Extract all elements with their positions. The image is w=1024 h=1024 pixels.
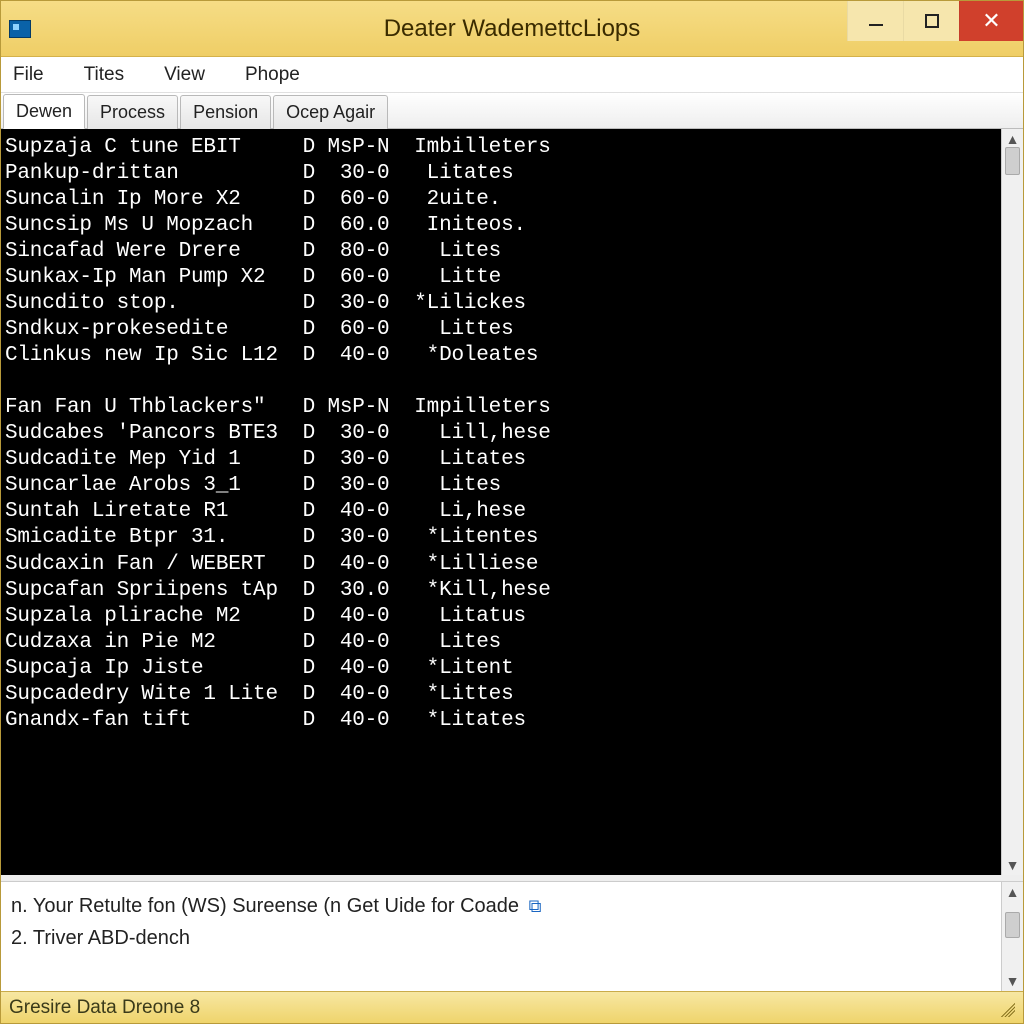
terminal-output[interactable]: Supzaja C tune EBIT D MsP-N Imbilleters …: [1, 129, 1001, 875]
bottom-panel-wrap: n. Your Retulte fon (WS) Sureense (n Get…: [1, 881, 1023, 991]
bottom-scroll-down-icon[interactable]: ▼: [1006, 973, 1020, 989]
content-area: Supzaja C tune EBIT D MsP-N Imbilleters …: [1, 129, 1023, 991]
scroll-track[interactable]: [1002, 147, 1023, 857]
bottom-line-1: n. Your Retulte fon (WS) Sureense (n Get…: [11, 890, 991, 922]
menubar: File Tites View Phope: [1, 57, 1023, 93]
menu-tites[interactable]: Tites: [78, 60, 130, 90]
status-text: Gresire Data Dreone 8: [9, 997, 200, 1019]
external-link-icon[interactable]: ⧉: [529, 896, 542, 916]
close-button[interactable]: ✕: [959, 1, 1023, 41]
bottom-scroll-track[interactable]: [1002, 900, 1023, 973]
app-icon: [9, 20, 31, 38]
tabbar: Dewen Process Pension Ocep Agair: [1, 93, 1023, 129]
maximize-icon: [925, 14, 939, 28]
menu-phope[interactable]: Phope: [239, 60, 306, 90]
statusbar: Gresire Data Dreone 8: [1, 991, 1023, 1023]
bottom-scrollbar[interactable]: ▲ ▼: [1001, 882, 1023, 991]
app-window: Deater WademettcLiops ✕ File Tites View …: [0, 0, 1024, 1024]
minimize-button[interactable]: [847, 1, 903, 41]
terminal-wrap: Supzaja C tune EBIT D MsP-N Imbilleters …: [1, 129, 1023, 881]
tab-dewen[interactable]: Dewen: [3, 94, 85, 129]
resize-grip-icon[interactable]: [997, 999, 1015, 1017]
menu-view[interactable]: View: [158, 60, 211, 90]
bottom-line-1-text: n. Your Retulte fon (WS) Sureense (n Get…: [11, 895, 519, 917]
bottom-scroll-thumb[interactable]: [1005, 912, 1020, 938]
close-icon: ✕: [982, 10, 1000, 32]
tab-ocepagair[interactable]: Ocep Agair: [273, 95, 388, 129]
bottom-line-2: 2. Triver ABD-dench: [11, 922, 991, 954]
menu-file[interactable]: File: [7, 60, 50, 90]
maximize-button[interactable]: [903, 1, 959, 41]
minimize-icon: [869, 24, 883, 26]
scroll-down-icon[interactable]: ▼: [1006, 857, 1020, 873]
bottom-panel[interactable]: n. Your Retulte fon (WS) Sureense (n Get…: [1, 882, 1001, 991]
bottom-scroll-up-icon[interactable]: ▲: [1006, 884, 1020, 900]
scroll-thumb[interactable]: [1005, 147, 1020, 175]
tab-process[interactable]: Process: [87, 95, 178, 129]
tab-pension[interactable]: Pension: [180, 95, 271, 129]
terminal-scrollbar[interactable]: ▲ ▼: [1001, 129, 1023, 875]
titlebar[interactable]: Deater WademettcLiops ✕: [1, 1, 1023, 57]
window-controls: ✕: [847, 1, 1023, 41]
window-title: Deater WademettcLiops: [384, 15, 641, 43]
scroll-up-icon[interactable]: ▲: [1006, 131, 1020, 147]
